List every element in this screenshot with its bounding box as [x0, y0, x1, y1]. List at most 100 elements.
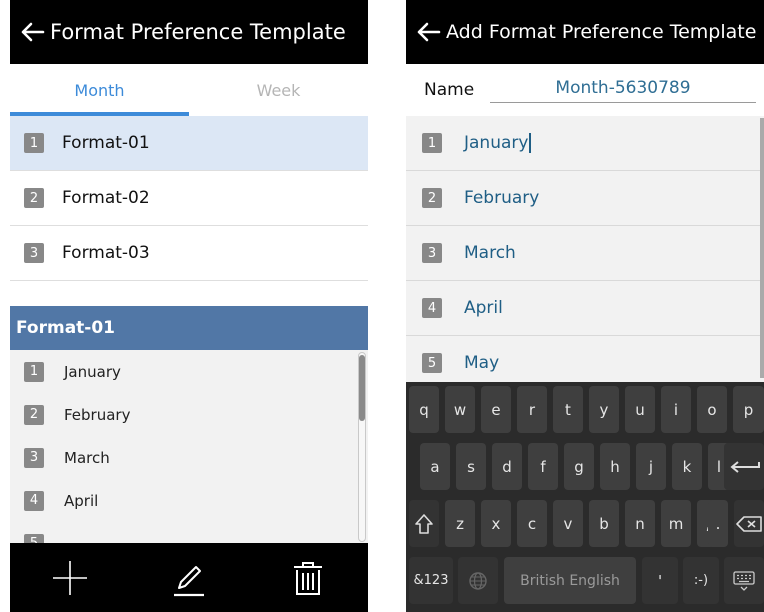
backspace-icon	[736, 515, 762, 532]
format-row-3[interactable]: 3 Format-03	[10, 226, 368, 281]
format-label: Format-02	[62, 188, 150, 208]
tab-month[interactable]: Month	[10, 64, 189, 116]
format-label: Format-01	[62, 133, 150, 153]
app-bar: Add Format Preference Template	[406, 0, 764, 64]
key-t[interactable]: t	[553, 386, 583, 433]
format-detail-header: Format-01	[10, 306, 368, 350]
key-k[interactable]: k	[672, 443, 702, 490]
globe-key[interactable]	[458, 557, 498, 604]
emoticon-key[interactable]: :-)	[683, 557, 719, 604]
key-d[interactable]: d	[492, 443, 522, 490]
row-number-badge: 2	[24, 188, 44, 208]
format-row-1[interactable]: 1 Format-01	[10, 116, 368, 171]
list-item[interactable]: 3 March	[10, 436, 368, 479]
key-m[interactable]: m	[661, 500, 691, 547]
key-x[interactable]: x	[481, 500, 511, 547]
key-y[interactable]: y	[589, 386, 619, 433]
scrollbar-thumb[interactable]	[359, 355, 365, 421]
key-j[interactable]: j	[636, 443, 666, 490]
bottom-toolbar	[10, 543, 368, 612]
list-item[interactable]: 1 January	[406, 116, 764, 171]
add-format-template-screen: Add Format Preference Template Name Mont…	[406, 0, 764, 612]
name-field-row: Name Month-5630789	[406, 64, 764, 116]
month-text[interactable]: March	[464, 243, 516, 263]
name-input[interactable]: Month-5630789	[490, 78, 756, 103]
list-item[interactable]: 2 February	[406, 171, 764, 226]
month-text[interactable]: January	[464, 133, 528, 153]
list-item[interactable]: 4 April	[10, 479, 368, 522]
key-a[interactable]: a	[420, 443, 450, 490]
row-number-badge: 3	[422, 243, 442, 263]
text-cursor	[529, 133, 532, 153]
month-edit-list: 1 January 2 February 3 March 4 April 5 M…	[406, 116, 764, 391]
row-number-badge: 1	[24, 133, 44, 153]
month-text[interactable]: May	[464, 353, 499, 373]
back-arrow-icon[interactable]	[412, 0, 446, 64]
keyboard-hide-key[interactable]	[724, 557, 764, 604]
key-o[interactable]: o	[697, 386, 727, 433]
plus-icon[interactable]	[45, 553, 95, 603]
key-w[interactable]: w	[445, 386, 475, 433]
row-number-badge: 4	[24, 490, 44, 511]
shift-key[interactable]	[409, 500, 439, 547]
key-q[interactable]: q	[409, 386, 439, 433]
month-label: February	[64, 405, 131, 424]
list-item[interactable]: 1 January	[10, 350, 368, 393]
space-key[interactable]: British English	[504, 557, 636, 604]
list-item[interactable]: 5	[10, 522, 368, 543]
key-n[interactable]: n	[625, 500, 655, 547]
month-list: 1 January 2 February 3 March 4 April 5	[10, 350, 368, 543]
trash-icon[interactable]	[283, 553, 333, 603]
format-list: 1 Format-01 2 Format-02 3 Format-03	[10, 116, 368, 281]
key-b[interactable]: b	[589, 500, 619, 547]
month-text[interactable]: April	[464, 298, 503, 318]
key-period[interactable]: .	[708, 500, 728, 547]
back-arrow-icon[interactable]	[16, 0, 50, 64]
keyboard-row-1: q w e r t y u i o p	[406, 386, 764, 443]
row-number-badge: 5	[422, 353, 442, 373]
key-p[interactable]: p	[733, 386, 764, 433]
month-input: January	[464, 133, 532, 153]
page-title: Format Preference Template	[50, 20, 346, 44]
globe-icon	[469, 571, 487, 590]
key-i[interactable]: i	[661, 386, 691, 433]
month-label: April	[64, 491, 99, 510]
key-c[interactable]: c	[517, 500, 547, 547]
key-v[interactable]: v	[553, 500, 583, 547]
key-f[interactable]: f	[528, 443, 558, 490]
keyboard-row-3: z x c v b n m , .	[406, 500, 764, 557]
app-bar: Format Preference Template	[10, 0, 368, 64]
symbols-key[interactable]: &123	[409, 557, 453, 604]
list-item[interactable]: 2 February	[10, 393, 368, 436]
key-u[interactable]: u	[625, 386, 655, 433]
apostrophe-key[interactable]: '	[642, 557, 678, 604]
row-number-badge: 5	[24, 533, 44, 543]
shift-icon	[415, 513, 433, 534]
key-z[interactable]: z	[445, 500, 475, 547]
list-item[interactable]: 3 March	[406, 226, 764, 281]
pencil-icon[interactable]	[164, 553, 214, 603]
key-s[interactable]: s	[456, 443, 486, 490]
soft-keyboard: q w e r t y u i o p a s d f g h j k l z …	[406, 382, 764, 612]
enter-key[interactable]	[724, 443, 764, 490]
keyboard-row-4: &123 British English ' :-)	[406, 557, 764, 612]
key-r[interactable]: r	[517, 386, 547, 433]
keyboard-icon	[733, 570, 755, 591]
list-item[interactable]: 4 April	[406, 281, 764, 336]
format-label: Format-03	[62, 243, 150, 263]
row-number-badge: 1	[24, 361, 44, 382]
row-number-badge: 3	[24, 447, 44, 468]
key-g[interactable]: g	[564, 443, 594, 490]
key-e[interactable]: e	[481, 386, 511, 433]
format-template-screen: Format Preference Template Month Week 1 …	[10, 0, 368, 612]
keyboard-row-2: a s d f g h j k l	[406, 443, 764, 500]
key-h[interactable]: h	[600, 443, 630, 490]
month-text[interactable]: February	[464, 188, 539, 208]
month-label: January	[64, 362, 121, 381]
tab-week[interactable]: Week	[189, 64, 368, 116]
backspace-key[interactable]	[734, 500, 764, 547]
scrollbar-thumb[interactable]	[760, 118, 764, 378]
row-number-badge: 4	[422, 298, 442, 318]
row-number-badge: 2	[422, 188, 442, 208]
format-row-2[interactable]: 2 Format-02	[10, 171, 368, 226]
